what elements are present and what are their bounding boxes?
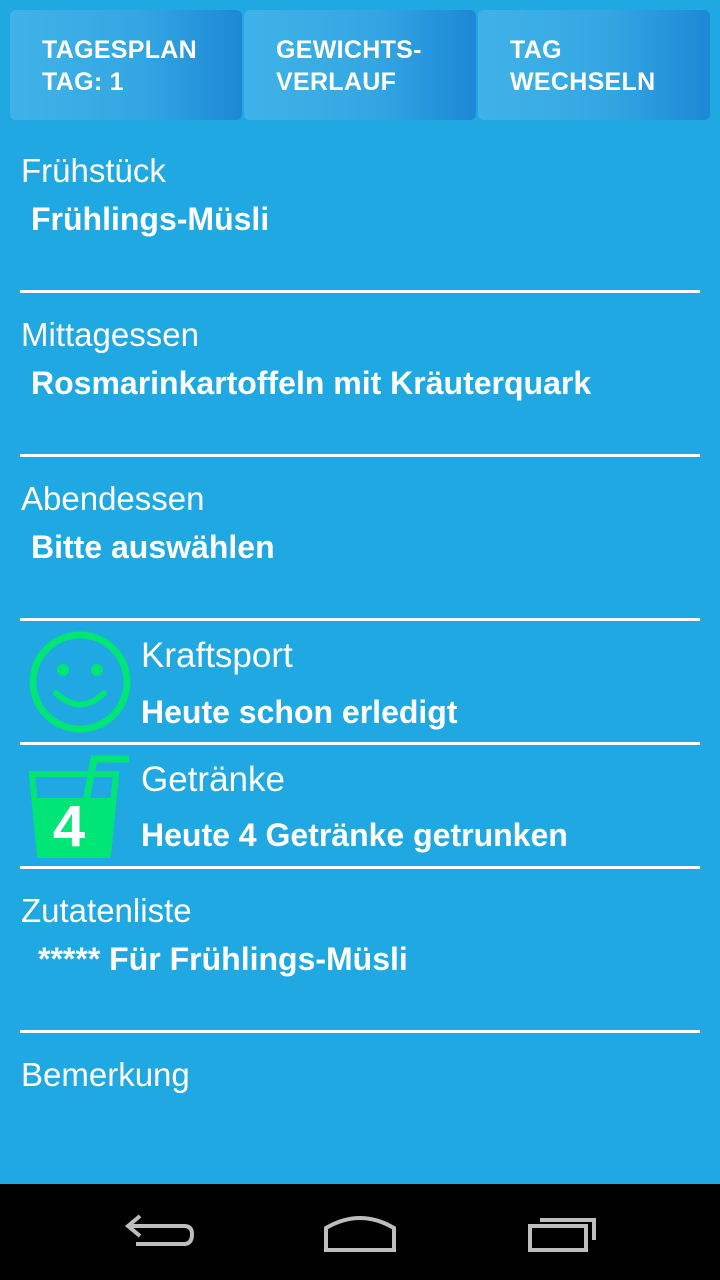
divider (20, 742, 700, 745)
dinner-value[interactable]: Bitte auswählen (31, 529, 275, 566)
top-tab-bar: TAGESPLAN TAG: 1 GEWICHTS- VERLAUF TAG W… (10, 10, 710, 120)
sport-label: Kraftsport (141, 636, 293, 675)
divider (20, 290, 700, 293)
ingredients-label: Zutatenliste (21, 892, 192, 929)
drink-count: 4 (53, 794, 85, 858)
tab-tag-wechseln-line1: TAG (510, 36, 562, 64)
tab-tagesplan-line2: TAG: 1 (42, 68, 124, 96)
drinks-value[interactable]: Heute 4 Getränke getrunken (141, 817, 568, 854)
recent-apps-icon[interactable] (512, 1204, 612, 1260)
tab-gewichtsverlauf-line1: GEWICHTS- (276, 36, 422, 64)
lunch-value[interactable]: Rosmarinkartoffeln mit Kräuterquark (31, 365, 591, 402)
tab-gewichtsverlauf[interactable]: GEWICHTS- VERLAUF (244, 10, 476, 120)
home-icon[interactable] (310, 1204, 410, 1260)
drinks-label: Getränke (141, 760, 285, 799)
tab-gewichtsverlauf-line2: VERLAUF (276, 68, 397, 96)
lunch-label: Mittagessen (21, 316, 199, 353)
divider (20, 454, 700, 457)
sport-value[interactable]: Heute schon erledigt (141, 694, 458, 731)
tab-tagesplan[interactable]: TAGESPLAN TAG: 1 (10, 10, 242, 120)
tab-tag-wechseln-line2: WECHSELN (510, 68, 656, 96)
system-nav-bar (0, 1184, 720, 1280)
tab-tag-wechseln[interactable]: TAG WECHSELN (478, 10, 710, 120)
breakfast-label: Frühstück (21, 152, 166, 189)
back-icon[interactable] (110, 1204, 210, 1260)
dinner-label: Abendessen (21, 480, 205, 517)
ingredients-value[interactable]: ***** Für Frühlings-Müsli (38, 941, 408, 978)
tab-tagesplan-line1: TAGESPLAN (42, 36, 198, 64)
note-label[interactable]: Bemerkung (21, 1056, 190, 1094)
divider (20, 1030, 700, 1033)
smiley-icon[interactable] (28, 630, 132, 739)
divider (20, 866, 700, 869)
drink-glass-icon[interactable]: 4 (28, 754, 132, 863)
breakfast-value[interactable]: Frühlings-Müsli (31, 201, 269, 238)
divider (20, 618, 700, 621)
